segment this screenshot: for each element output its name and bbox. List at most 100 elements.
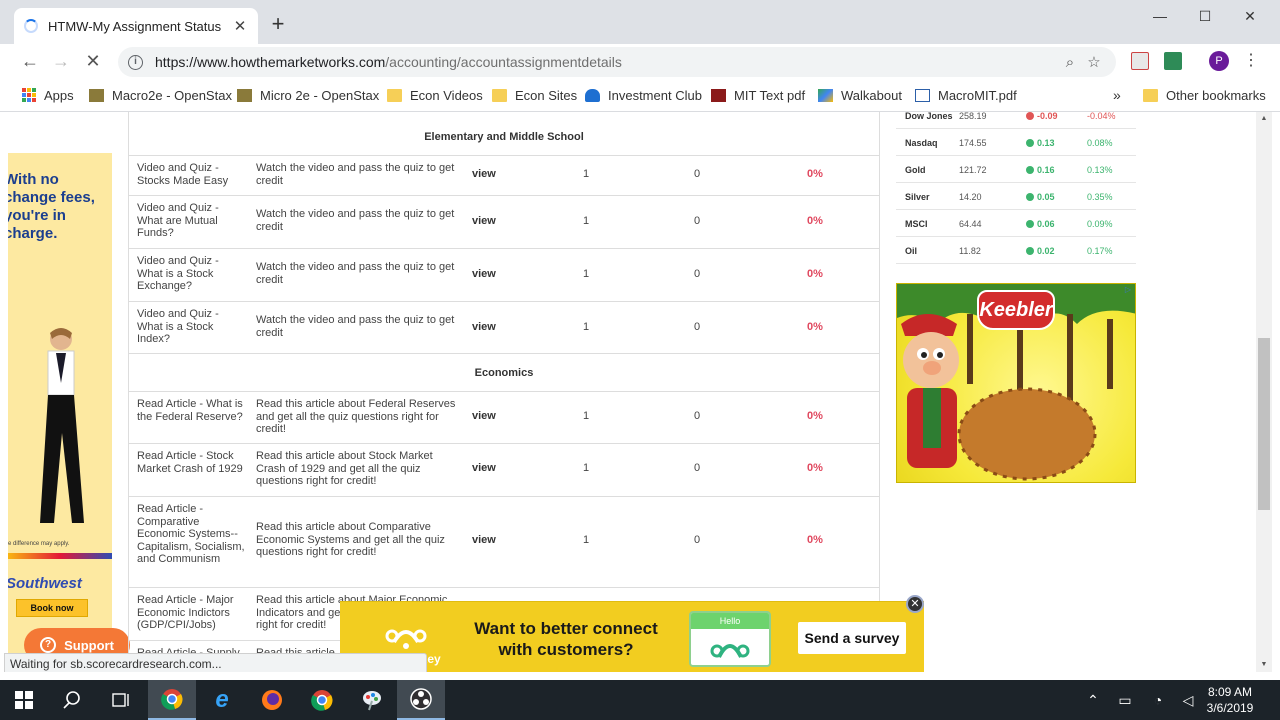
score-value: 0 <box>694 534 701 546</box>
bookmark-label: Econ Sites <box>515 87 578 103</box>
close-ad-icon[interactable]: ✕ <box>906 595 924 613</box>
obs-taskbar-button[interactable] <box>397 680 445 720</box>
forward-icon[interactable]: → <box>50 51 72 71</box>
wifi-icon[interactable]: ◔ <box>1148 692 1168 708</box>
assignment-description: Watch the video and pass the quiz to get… <box>256 208 455 233</box>
new-tab-icon[interactable]: + <box>266 12 290 36</box>
start-button[interactable] <box>0 680 48 720</box>
firefox-taskbar-button[interactable] <box>248 680 296 720</box>
bookmark-econ-sites[interactable]: Econ Sites <box>492 87 577 103</box>
surveymonkey-ad[interactable]: SurveyMonkey Want to better connect with… <box>340 601 924 672</box>
score-value: 0 <box>694 462 701 474</box>
bookmark-label: Walkabout <box>841 87 902 103</box>
book-now-button[interactable]: Book now <box>16 599 88 617</box>
assignment-description: Read this article about Stock Market Cra… <box>256 450 433 487</box>
bookmark-label: MIT Text pdf <box>734 87 806 103</box>
view-link[interactable]: view <box>472 215 496 227</box>
maps-icon <box>818 88 833 102</box>
close-window-icon[interactable]: ✕ <box>1235 8 1265 28</box>
profile-avatar[interactable]: P <box>1209 51 1229 71</box>
stop-icon[interactable]: ✕ <box>82 51 104 71</box>
sheets-extension-icon[interactable] <box>1164 52 1182 70</box>
keebler-ad[interactable]: Keebler ▷ <box>896 283 1136 483</box>
tray-chevron-icon[interactable]: ⌃ <box>1083 692 1103 709</box>
percent-value: 0% <box>807 462 823 474</box>
bookmark-apps[interactable]: Apps <box>22 87 74 103</box>
status-bar: Waiting for sb.scorecardresearch.com... <box>4 653 427 672</box>
view-link[interactable]: view <box>472 534 496 546</box>
pdf-extension-icon[interactable] <box>1131 52 1149 70</box>
tab-close-icon[interactable]: ✕ <box>232 17 248 35</box>
view-link[interactable]: view <box>472 268 496 280</box>
firefox-icon <box>262 690 282 710</box>
ad-person-image <box>40 328 84 523</box>
assignment-description: Read this article about Comparative Econ… <box>256 521 445 558</box>
task-view-button[interactable] <box>96 680 144 720</box>
maximize-icon[interactable]: ☐ <box>1190 8 1220 28</box>
view-link[interactable]: view <box>472 462 496 474</box>
paint-taskbar-button[interactable] <box>348 680 396 720</box>
ie-taskbar-button[interactable]: e <box>198 680 246 720</box>
openstax-icon <box>237 88 252 102</box>
ticker-percent: 0.09% <box>1087 219 1113 229</box>
southwest-ad[interactable]: With no change fees, you're in charge. e… <box>8 153 112 672</box>
ticker-row[interactable]: Silver 14.20 0.05 0.35% <box>896 183 1136 210</box>
battery-icon[interactable]: ▭ <box>1115 692 1135 709</box>
view-link[interactable]: view <box>472 410 496 422</box>
bookmark-econ-videos[interactable]: Econ Videos <box>387 87 483 103</box>
ticker-row[interactable]: Oil 11.82 0.02 0.17% <box>896 237 1136 264</box>
bookmark-walkabout[interactable]: Walkabout <box>818 87 902 103</box>
search-button[interactable] <box>48 680 96 720</box>
url-text[interactable]: https://www.howthemarketworks.com/accoun… <box>155 54 1058 70</box>
more-bookmarks-icon[interactable]: » <box>1113 87 1121 103</box>
search-icon <box>63 691 80 709</box>
info-icon[interactable]: i <box>128 54 143 70</box>
ticker-row[interactable]: Dow Jones 258.19 -0.09 -0.04% <box>896 112 1136 129</box>
adchoices-icon[interactable]: ▷ <box>1123 285 1133 295</box>
url-host: https://www.howthemarketworks.com <box>155 54 386 70</box>
ticker-change: 0.05 <box>1026 192 1055 202</box>
ticker-value: 121.72 <box>959 165 987 175</box>
chrome2-taskbar-button[interactable] <box>298 680 346 720</box>
ticker-row[interactable]: Nasdaq 174.55 0.13 0.08% <box>896 129 1136 156</box>
assignment-name: Read Article - Comparative Economic Syst… <box>137 503 245 565</box>
assignment-description: Watch the video and pass the quiz to get… <box>256 314 455 339</box>
bookmark-investment-club[interactable]: Investment Club <box>585 87 702 103</box>
ticker-change-value: 0.02 <box>1037 246 1055 256</box>
assignment-name: Video and Quiz - What is a Stock Exchang… <box>137 255 219 292</box>
scroll-up-icon[interactable]: ▲ <box>1256 112 1272 126</box>
bookmark-star-icon[interactable]: ☆ <box>1082 53 1106 71</box>
ticker-row[interactable]: Gold 121.72 0.16 0.13% <box>896 156 1136 183</box>
score-value: 0 <box>694 168 701 180</box>
bookmark-mit-text[interactable]: MIT Text pdf <box>711 87 805 103</box>
bookmark-micro2e[interactable]: Micro 2e - OpenStax <box>237 87 379 103</box>
scrollbar-thumb[interactable] <box>1258 338 1270 510</box>
minimize-icon[interactable]: — <box>1145 8 1175 28</box>
bookmark-label: Macro2e - OpenStax <box>112 87 232 103</box>
menu-icon[interactable]: ⋮ <box>1243 51 1259 71</box>
browser-tab[interactable]: HTMW-My Assignment Status ✕ <box>14 8 258 44</box>
chrome-taskbar-button[interactable] <box>148 680 196 720</box>
volume-icon[interactable]: ◁ <box>1178 692 1198 709</box>
bookmark-other[interactable]: Other bookmarks <box>1143 87 1266 103</box>
back-icon[interactable]: ← <box>19 51 41 71</box>
apps-grid-icon <box>22 88 36 102</box>
zoom-icon[interactable]: ⌕ <box>1058 54 1082 71</box>
send-survey-button[interactable]: Send a survey <box>798 622 906 654</box>
up-arrow-icon <box>1026 220 1034 228</box>
bookmark-label: Apps <box>44 87 74 103</box>
bookmark-macromit[interactable]: MacroMIT.pdf <box>915 87 1017 103</box>
percent-value: 0% <box>807 321 823 333</box>
clock[interactable]: 8:09 AM 3/6/2019 <box>1200 684 1260 716</box>
view-link[interactable]: view <box>472 321 496 333</box>
address-bar[interactable]: i https://www.howthemarketworks.com/acco… <box>118 47 1116 77</box>
table-row: Video and Quiz - What is a Stock Exchang… <box>129 249 879 302</box>
monkey-icon <box>385 629 427 649</box>
bookmark-macro2e[interactable]: Macro2e - OpenStax <box>89 87 232 103</box>
page-scrollbar[interactable]: ▲ ▼ <box>1256 112 1272 672</box>
ticker-row[interactable]: MSCI 64.44 0.06 0.09% <box>896 210 1136 237</box>
table-row: Read Article - Stock Market Crash of 192… <box>129 444 879 497</box>
ticker-value: 258.19 <box>959 112 987 121</box>
scroll-down-icon[interactable]: ▼ <box>1256 658 1272 672</box>
view-link[interactable]: view <box>472 168 496 180</box>
